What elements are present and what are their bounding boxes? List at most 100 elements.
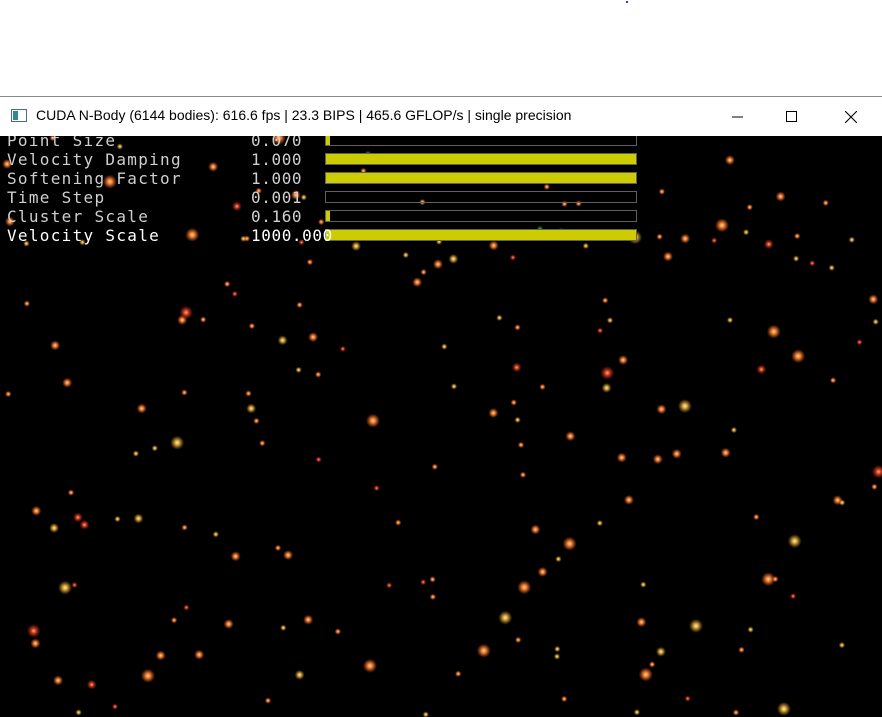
particle	[561, 695, 568, 703]
particle	[448, 253, 459, 264]
particle	[747, 626, 754, 633]
particle	[441, 343, 448, 350]
particle	[720, 447, 731, 458]
param-row-velocity-scale[interactable]: Velocity Scale 1000.000	[0, 226, 640, 247]
particle	[111, 703, 119, 710]
particle	[514, 416, 521, 424]
particle	[363, 658, 377, 673]
particle	[170, 435, 185, 450]
particle	[726, 316, 734, 324]
particle	[565, 431, 576, 442]
particle	[183, 604, 190, 611]
particle	[596, 519, 603, 527]
param-slider[interactable]	[325, 136, 637, 146]
particle	[274, 544, 282, 552]
param-value: 1.000	[251, 150, 303, 169]
title-bar[interactable]: CUDA N-Body (6144 bodies): 616.6 fps | 2…	[0, 97, 882, 136]
particle	[264, 697, 272, 704]
particle	[828, 264, 835, 271]
particle	[511, 362, 522, 373]
particle	[623, 494, 634, 505]
particle	[738, 646, 745, 653]
particle	[295, 366, 302, 374]
particle	[600, 365, 615, 380]
nbody-window: CUDA N-Body (6144 bodies): 616.6 fps | 2…	[0, 96, 882, 717]
particle	[223, 619, 234, 629]
param-value: 1000.000	[251, 226, 333, 245]
particle	[856, 339, 863, 346]
particle	[829, 377, 837, 384]
window-title: CUDA N-Body (6144 bodies): 616.6 fps | 2…	[36, 107, 572, 123]
param-label: Cluster Scale	[7, 207, 150, 226]
minimize-button[interactable]	[715, 97, 761, 136]
particle	[181, 389, 188, 396]
particle	[277, 335, 288, 346]
particle	[366, 413, 380, 428]
simulation-viewport[interactable]: Point Size 0.070 Velocity Damping 1.000 Soft…	[0, 136, 882, 717]
param-value: 0.160	[251, 207, 303, 226]
particle	[596, 327, 604, 334]
particle	[872, 318, 879, 325]
particle	[230, 551, 241, 562]
close-icon	[845, 110, 857, 123]
app-window-icon	[11, 109, 27, 122]
param-slider[interactable]	[325, 210, 637, 222]
particle	[809, 260, 816, 267]
particle	[601, 382, 612, 393]
param-slider-fill	[326, 154, 636, 164]
particle	[648, 661, 656, 668]
particle	[562, 536, 577, 551]
particle	[86, 679, 97, 690]
particle	[62, 377, 73, 388]
particle	[450, 383, 458, 390]
maximize-button[interactable]	[769, 97, 815, 136]
particle	[763, 239, 774, 250]
particle	[652, 454, 663, 465]
param-label: Velocity Damping	[7, 150, 182, 169]
minimize-icon	[732, 116, 743, 117]
particle	[519, 471, 527, 478]
particle	[871, 464, 882, 479]
particle	[553, 653, 561, 660]
particle	[530, 524, 541, 535]
particle	[5, 390, 12, 398]
particle	[248, 322, 256, 330]
particle	[638, 667, 653, 682]
param-slider[interactable]	[325, 191, 637, 203]
param-label: Velocity Scale	[7, 226, 161, 245]
particle	[792, 255, 800, 262]
particle	[246, 403, 257, 414]
particle	[67, 489, 75, 496]
close-button[interactable]	[828, 97, 874, 136]
particle	[517, 580, 532, 595]
particle	[684, 695, 691, 702]
particle	[23, 300, 31, 307]
param-value: 1.000	[251, 169, 303, 188]
param-slider[interactable]	[325, 172, 637, 184]
particle	[618, 355, 629, 365]
particle	[224, 280, 231, 288]
particle	[838, 641, 846, 649]
particle	[151, 445, 158, 452]
param-slider[interactable]	[325, 229, 637, 241]
particle	[633, 709, 641, 716]
particle	[663, 251, 673, 262]
particle	[412, 277, 423, 288]
particle	[871, 483, 878, 490]
particle	[212, 531, 219, 538]
particle	[26, 623, 41, 638]
particle	[259, 440, 266, 447]
particle	[776, 701, 791, 716]
particle	[766, 324, 781, 339]
particle	[658, 188, 666, 195]
particle	[303, 614, 314, 625]
particle	[656, 233, 663, 240]
particle	[515, 636, 522, 644]
particle	[554, 645, 561, 653]
particle	[431, 463, 438, 470]
particle	[711, 237, 718, 244]
particle	[306, 258, 314, 266]
particle	[555, 555, 562, 563]
particle	[868, 294, 879, 305]
param-slider[interactable]	[325, 153, 637, 165]
